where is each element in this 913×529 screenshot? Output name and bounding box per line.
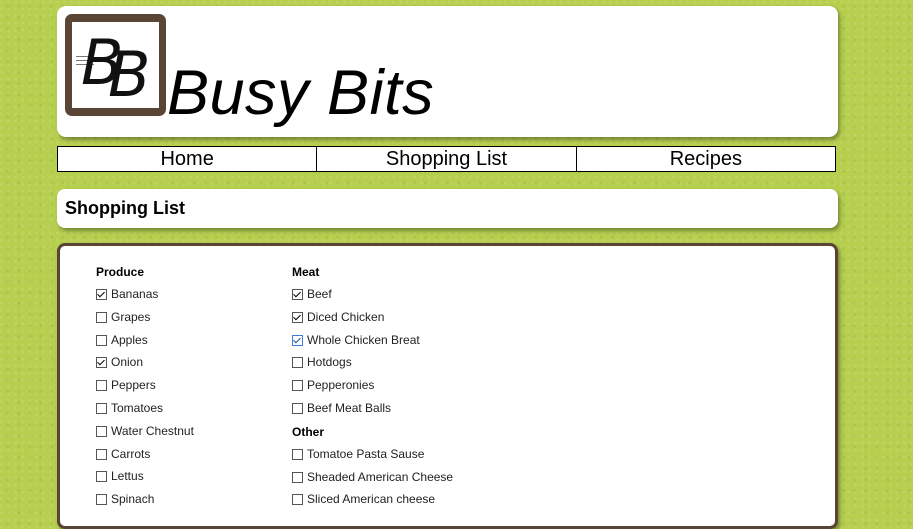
produce-column: Produce Bananas Grapes Apples Onion Peppers T… (96, 264, 194, 515)
item-label: Peppers (111, 378, 156, 393)
list-item[interactable]: Diced Chicken (292, 310, 453, 333)
page-title: Shopping List (65, 198, 185, 218)
list-item[interactable]: Spinach (96, 492, 194, 515)
item-label: Hotdogs (307, 355, 352, 370)
item-label: Beef Meat Balls (307, 400, 392, 415)
item-checkbox[interactable] (292, 471, 303, 483)
list-item[interactable]: Tomatoe Pasta Sause (292, 447, 453, 470)
item-label: Pepperonies (307, 378, 375, 393)
meat-column: Meat Beef Diced Chicken Whole Chicken Brea… (292, 264, 453, 515)
other-heading: Other (292, 424, 325, 439)
shopping-list-panel: Produce Bananas Grapes Apples Onion Peppers T… (57, 243, 838, 529)
main-nav: Home Shopping List Recipes (57, 146, 836, 172)
list-item[interactable]: Peppers (96, 378, 194, 401)
item-label: Spinach (111, 492, 155, 507)
list-item[interactable]: Hotdogs (292, 355, 453, 378)
item-checkbox[interactable] (96, 311, 107, 323)
item-label: Bananas (111, 287, 159, 301)
item-label: Sheaded American Cheese (307, 469, 454, 484)
list-item[interactable]: Water Chestnut (96, 424, 194, 447)
logo-image: B B (72, 22, 159, 108)
list-item[interactable]: Sliced American cheese (292, 492, 453, 515)
list-item[interactable]: Sheaded American Cheese (292, 470, 453, 493)
item-checkbox[interactable] (292, 311, 303, 323)
item-checkbox[interactable] (96, 334, 107, 346)
nav-recipes[interactable]: Recipes (576, 146, 836, 172)
nav-shopping-list[interactable]: Shopping List (317, 146, 577, 172)
list-item[interactable]: Lettus (96, 469, 194, 492)
item-label: Sliced American cheese (307, 492, 436, 507)
item-checkbox[interactable] (292, 357, 303, 369)
item-label: Tomatoes (111, 400, 164, 415)
item-label: Water Chestnut (111, 423, 194, 438)
list-item[interactable]: Whole Chicken Breat (292, 333, 453, 356)
item-checkbox[interactable] (96, 448, 107, 460)
list-item[interactable]: Tomatoes (96, 401, 194, 424)
item-checkbox[interactable] (292, 334, 303, 346)
nav-home[interactable]: Home (57, 146, 318, 172)
item-label: Tomatoe Pasta Sause (307, 446, 425, 461)
site-header: B B Busy Bits (57, 6, 838, 137)
list-item[interactable]: Onion (96, 355, 194, 378)
item-label: Grapes (111, 309, 151, 324)
item-label: Carrots (111, 446, 151, 461)
list-item[interactable]: Beef (292, 287, 453, 310)
item-label: Apples (111, 332, 148, 347)
item-label: Lettus (111, 469, 144, 484)
item-checkbox[interactable] (96, 425, 107, 437)
produce-heading: Produce (96, 265, 145, 279)
item-checkbox[interactable] (96, 402, 107, 414)
list-item[interactable]: Grapes (96, 310, 194, 333)
item-label: Beef (307, 287, 332, 301)
list-item[interactable]: Apples (96, 333, 194, 356)
item-checkbox[interactable] (292, 448, 303, 460)
item-checkbox[interactable] (96, 471, 107, 483)
item-label: Whole Chicken Breat (307, 332, 420, 347)
item-checkbox[interactable] (292, 402, 303, 414)
meat-heading: Meat (292, 265, 320, 279)
item-checkbox[interactable] (96, 289, 107, 300)
item-label: Diced Chicken (307, 309, 385, 324)
item-checkbox[interactable] (292, 289, 303, 300)
item-checkbox[interactable] (96, 380, 107, 392)
site-logo[interactable]: B B (65, 14, 166, 116)
list-item[interactable]: Pepperonies (292, 378, 453, 401)
site-title: Busy Bits (167, 58, 435, 128)
page-header: Shopping List (57, 189, 838, 228)
list-item[interactable]: Carrots (96, 447, 194, 470)
item-checkbox[interactable] (96, 357, 107, 369)
item-checkbox[interactable] (292, 380, 303, 392)
list-item[interactable]: Bananas (96, 287, 194, 310)
list-item[interactable]: Beef Meat Balls (292, 401, 453, 424)
item-label: Onion (111, 355, 144, 370)
